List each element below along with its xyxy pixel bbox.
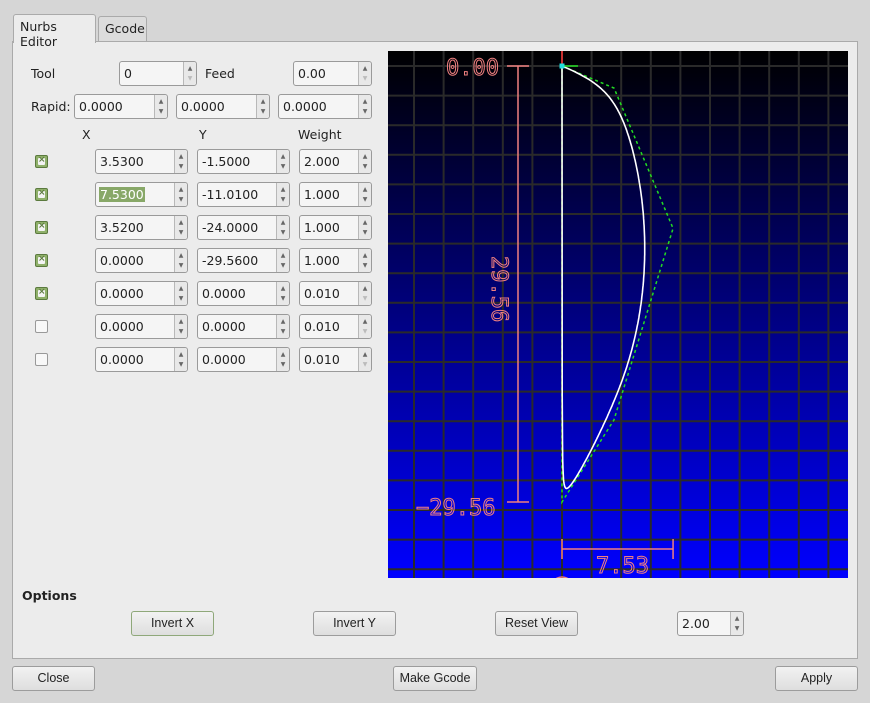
- point-enabled-checkbox[interactable]: ×: [35, 221, 48, 234]
- point-enabled-checkbox[interactable]: ×: [35, 287, 48, 300]
- options-title: Options: [22, 588, 77, 603]
- preview-svg[interactable]: 0.00 −29.56 7.53 29.56: [388, 51, 848, 578]
- point-x-spinbox[interactable]: 0.0000 ▲ ▼: [95, 347, 188, 372]
- start-point-marker: [559, 63, 565, 69]
- dim-top-label: 0.00: [446, 56, 499, 81]
- spin-down-icon[interactable]: ▼: [175, 326, 187, 337]
- check-mark-icon: ×: [38, 188, 46, 198]
- spin-down-icon[interactable]: ▼: [155, 106, 167, 117]
- column-header-x: X: [82, 127, 91, 142]
- feed-label: Feed: [205, 66, 235, 81]
- spin-down-icon[interactable]: ▼: [359, 73, 371, 84]
- spin-down-icon[interactable]: ▼: [277, 227, 289, 238]
- spin-down-icon[interactable]: ▼: [359, 194, 371, 205]
- rapid-label: Rapid:: [31, 99, 71, 114]
- spin-down-icon[interactable]: ▼: [359, 293, 371, 304]
- point-x-spinbox[interactable]: 0.0000 ▲ ▼: [95, 314, 188, 339]
- spin-down-icon[interactable]: ▼: [175, 194, 187, 205]
- spin-down-icon[interactable]: ▼: [731, 623, 743, 634]
- point-x-spinbox[interactable]: 3.5200 ▲ ▼: [95, 215, 188, 240]
- spin-down-icon[interactable]: ▼: [175, 227, 187, 238]
- tab-label: Gcode: [105, 21, 145, 36]
- point-y-spinbox[interactable]: -24.0000 ▲ ▼: [197, 215, 290, 240]
- point-y-spinbox[interactable]: -11.0100 ▲ ▼: [197, 182, 290, 207]
- make-gcode-button[interactable]: Make Gcode: [393, 666, 477, 691]
- rapid-y-spinbox[interactable]: 0.0000 ▲ ▼: [176, 94, 270, 119]
- apply-button[interactable]: Apply: [775, 666, 858, 691]
- point-y-spinbox[interactable]: 0.0000 ▲ ▼: [197, 281, 290, 306]
- spin-down-icon[interactable]: ▼: [175, 260, 187, 271]
- rapid-x-spinbox[interactable]: 0.0000 ▲ ▼: [74, 94, 168, 119]
- tab-gcode[interactable]: Gcode: [98, 16, 147, 42]
- point-y-spinbox[interactable]: 0.0000 ▲ ▼: [197, 314, 290, 339]
- spin-down-icon[interactable]: ▼: [277, 260, 289, 271]
- spin-down-icon[interactable]: ▼: [359, 227, 371, 238]
- spin-down-icon[interactable]: ▼: [175, 293, 187, 304]
- check-mark-icon: ×: [38, 221, 46, 231]
- reset-view-button[interactable]: Reset View: [495, 611, 578, 636]
- point-weight-spinbox[interactable]: 1.000 ▲ ▼: [299, 215, 372, 240]
- point-x-spinbox[interactable]: 0.0000 ▲ ▼: [95, 248, 188, 273]
- zoom-spinbox[interactable]: 2.00 ▲ ▼: [677, 611, 744, 636]
- point-y-spinbox[interactable]: -1.5000 ▲ ▼: [197, 149, 290, 174]
- point-y-spinbox[interactable]: 0.0000 ▲ ▼: [197, 347, 290, 372]
- point-weight-spinbox[interactable]: 1.000 ▲ ▼: [299, 248, 372, 273]
- tab-label: Nurbs Editor: [20, 19, 57, 49]
- spin-down-icon[interactable]: ▼: [175, 161, 187, 172]
- invert-y-button[interactable]: Invert Y: [313, 611, 396, 636]
- feed-spinbox[interactable]: 0.00 ▲ ▼: [293, 61, 372, 86]
- point-enabled-checkbox[interactable]: [35, 353, 48, 366]
- point-weight-spinbox[interactable]: 0.010 ▲ ▼: [299, 314, 372, 339]
- tab-nurbs-editor[interactable]: Nurbs Editor: [13, 14, 96, 49]
- close-button[interactable]: Close: [12, 666, 95, 691]
- invert-x-button[interactable]: Invert X: [131, 611, 214, 636]
- spin-down-icon[interactable]: ▼: [184, 73, 196, 84]
- dim-bottom-label: −29.56: [416, 496, 495, 521]
- spin-down-icon[interactable]: ▼: [359, 161, 371, 172]
- point-weight-spinbox[interactable]: 1.000 ▲ ▼: [299, 182, 372, 207]
- point-x-spinbox[interactable]: 3.5300 ▲ ▼: [95, 149, 188, 174]
- point-enabled-checkbox[interactable]: ×: [35, 254, 48, 267]
- tool-spinbox[interactable]: 0 ▲ ▼: [119, 61, 197, 86]
- column-header-y: Y: [199, 127, 207, 142]
- spin-down-icon[interactable]: ▼: [359, 260, 371, 271]
- check-mark-icon: ×: [38, 155, 46, 165]
- point-enabled-checkbox[interactable]: ×: [35, 155, 48, 168]
- spin-down-icon[interactable]: ▼: [359, 326, 371, 337]
- point-x-spinbox[interactable]: 0.0000 ▲ ▼: [95, 281, 188, 306]
- tool-label: Tool: [31, 66, 56, 81]
- point-enabled-checkbox[interactable]: [35, 320, 48, 333]
- dim-height-label: 29.56: [486, 256, 511, 322]
- column-header-weight: Weight: [298, 127, 342, 142]
- point-weight-spinbox[interactable]: 0.010 ▲ ▼: [299, 347, 372, 372]
- dim-width-label: 7.53: [596, 554, 649, 578]
- spin-down-icon[interactable]: ▼: [175, 359, 187, 370]
- nurbs-preview-canvas[interactable]: 0.00 −29.56 7.53 29.56: [388, 51, 848, 578]
- spin-down-icon[interactable]: ▼: [277, 194, 289, 205]
- spin-down-icon[interactable]: ▼: [277, 326, 289, 337]
- spin-down-icon[interactable]: ▼: [359, 359, 371, 370]
- point-enabled-checkbox[interactable]: ×: [35, 188, 48, 201]
- spin-down-icon[interactable]: ▼: [277, 293, 289, 304]
- check-mark-icon: ×: [38, 254, 46, 264]
- spin-down-icon[interactable]: ▼: [359, 106, 371, 117]
- spin-down-icon[interactable]: ▼: [257, 106, 269, 117]
- spin-down-icon[interactable]: ▼: [277, 359, 289, 370]
- point-x-spinbox[interactable]: 7.5300 ▲ ▼: [95, 182, 188, 207]
- rapid-z-spinbox[interactable]: 0.0000 ▲ ▼: [278, 94, 372, 119]
- point-weight-spinbox[interactable]: 2.000 ▲ ▼: [299, 149, 372, 174]
- spin-down-icon[interactable]: ▼: [277, 161, 289, 172]
- point-weight-spinbox[interactable]: 0.010 ▲ ▼: [299, 281, 372, 306]
- point-y-spinbox[interactable]: -29.5600 ▲ ▼: [197, 248, 290, 273]
- check-mark-icon: ×: [38, 287, 46, 297]
